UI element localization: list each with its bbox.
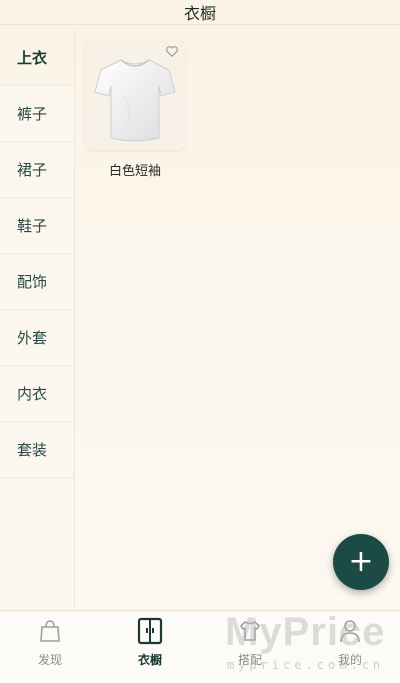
sidebar-item-tops[interactable]: 上衣: [0, 30, 74, 86]
bottom-tabbar: 发现 衣橱 搭配 我的: [0, 610, 400, 683]
app-header: 衣橱: [0, 0, 400, 25]
sidebar-item-label: 内衣: [17, 385, 48, 403]
tab-label: 衣橱: [137, 653, 162, 667]
sidebar-item-label: 上衣: [17, 49, 48, 67]
sidebar-item-label: 配饰: [17, 273, 48, 291]
tab-label: 发现: [37, 653, 62, 667]
bag-icon: [40, 620, 60, 642]
page-title: 衣橱: [183, 4, 216, 23]
sidebar-item-label: 裙子: [17, 161, 48, 179]
plus-icon: +: [348, 544, 374, 579]
tab-outfits[interactable]: 搭配: [200, 611, 300, 683]
sidebar-item-pants[interactable]: 裤子: [0, 86, 74, 142]
wardrobe-icon: [137, 617, 163, 645]
tab-profile[interactable]: 我的: [300, 611, 400, 683]
clothing-card-label: 白色短袖: [108, 164, 161, 179]
sidebar-item-label: 外套: [17, 329, 48, 347]
tab-label: 我的: [337, 653, 362, 667]
heart-icon[interactable]: [165, 44, 179, 58]
wardrobe-grid: 白色短袖: [75, 30, 400, 608]
sidebar-item-accessories[interactable]: 配饰: [0, 254, 74, 310]
white-tshirt-image: [94, 59, 176, 142]
clothing-card[interactable]: [85, 40, 185, 150]
sidebar-item-outerwear[interactable]: 外套: [0, 310, 74, 366]
category-sidebar: 上衣 裤子 裙子 鞋子 配饰 外套 内衣 套装: [0, 30, 75, 608]
tab-discover[interactable]: 发现: [0, 611, 100, 683]
add-item-button[interactable]: +: [333, 534, 389, 590]
tab-wardrobe[interactable]: 衣橱: [100, 611, 200, 683]
sidebar-item-underwear[interactable]: 内衣: [0, 366, 74, 422]
sidebar-item-label: 裤子: [17, 105, 48, 123]
sidebar-item-shoes[interactable]: 鞋子: [0, 198, 74, 254]
person-icon: [340, 620, 360, 643]
hanger-shirt-icon: [239, 620, 261, 641]
tab-label: 搭配: [237, 653, 262, 667]
sidebar-item-label: 套装: [17, 441, 48, 459]
sidebar-item-skirts[interactable]: 裙子: [0, 142, 74, 198]
sidebar-item-label: 鞋子: [17, 217, 48, 235]
sidebar-item-sets[interactable]: 套装: [0, 422, 74, 478]
